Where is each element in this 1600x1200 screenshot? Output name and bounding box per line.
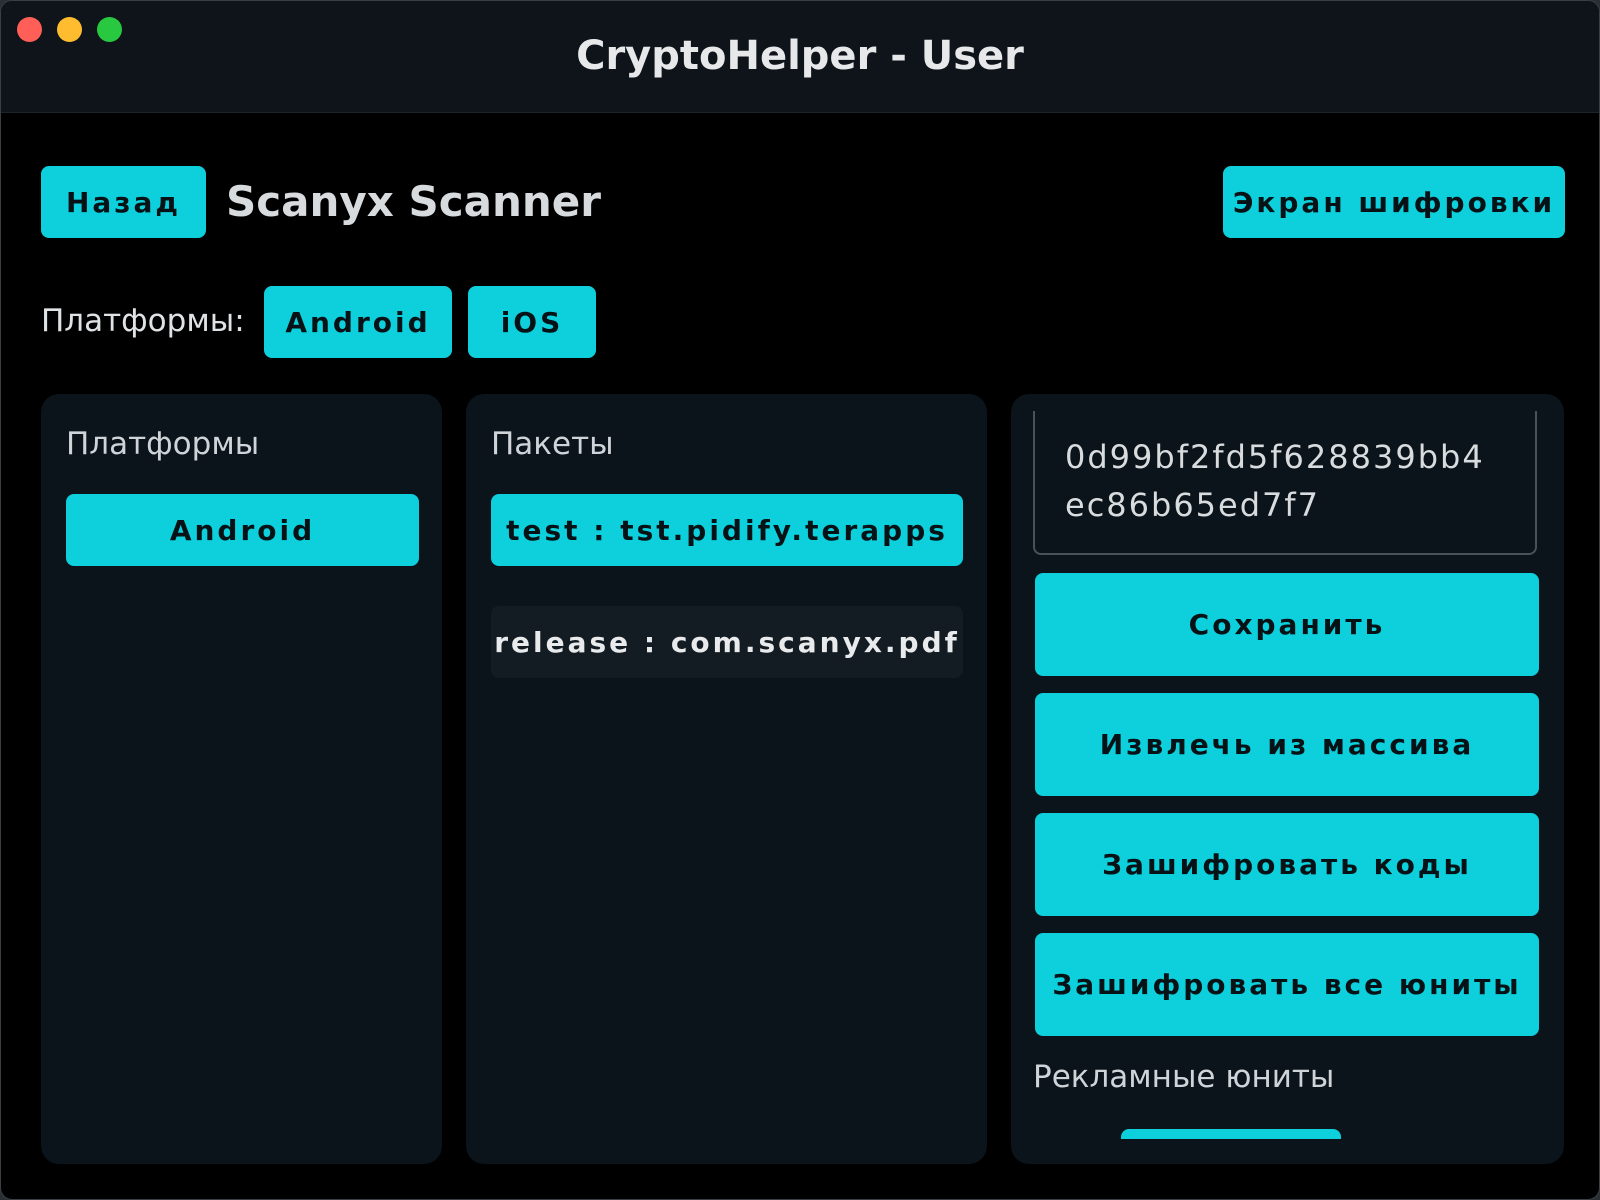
encrypt-codes-button[interactable]: Зашифровать коды: [1035, 813, 1539, 916]
package-item-test[interactable]: test : tst.pidify.terapps: [491, 494, 963, 566]
screen-title: Scanyx Scanner: [226, 177, 601, 226]
platform-item-android[interactable]: Android: [66, 494, 419, 566]
platform-option-android[interactable]: Android: [264, 286, 452, 358]
platform-option-ios[interactable]: iOS: [468, 286, 596, 358]
encrypt-all-units-button[interactable]: Зашифровать все юниты: [1035, 933, 1539, 1036]
app-window: CryptoHelper - User Назад Scanyx Scanner…: [0, 0, 1600, 1200]
save-button[interactable]: Сохранить: [1035, 573, 1539, 676]
hash-value-field[interactable]: 0d99bf2fd5f628839bb4ec86b65ed7f7: [1033, 411, 1537, 555]
ad-unit-button-partial[interactable]: [1121, 1129, 1341, 1139]
packages-panel: Пакеты test : tst.pidify.terapps release…: [466, 394, 987, 1164]
package-item-release[interactable]: release : com.scanyx.pdf: [491, 606, 963, 678]
platforms-label: Платформы:: [41, 303, 245, 339]
back-button[interactable]: Назад: [41, 166, 206, 238]
title-bar: CryptoHelper - User: [1, 1, 1599, 113]
packages-panel-heading: Пакеты: [491, 426, 614, 462]
encrypt-screen-button[interactable]: Экран шифровки: [1223, 166, 1565, 238]
window-title: CryptoHelper - User: [576, 33, 1024, 79]
extract-from-array-button[interactable]: Извлечь из массива: [1035, 693, 1539, 796]
platforms-panel: Платформы Android: [41, 394, 442, 1164]
platforms-panel-heading: Платформы: [66, 426, 260, 462]
ad-units-heading: Рекламные юниты: [1033, 1059, 1335, 1095]
